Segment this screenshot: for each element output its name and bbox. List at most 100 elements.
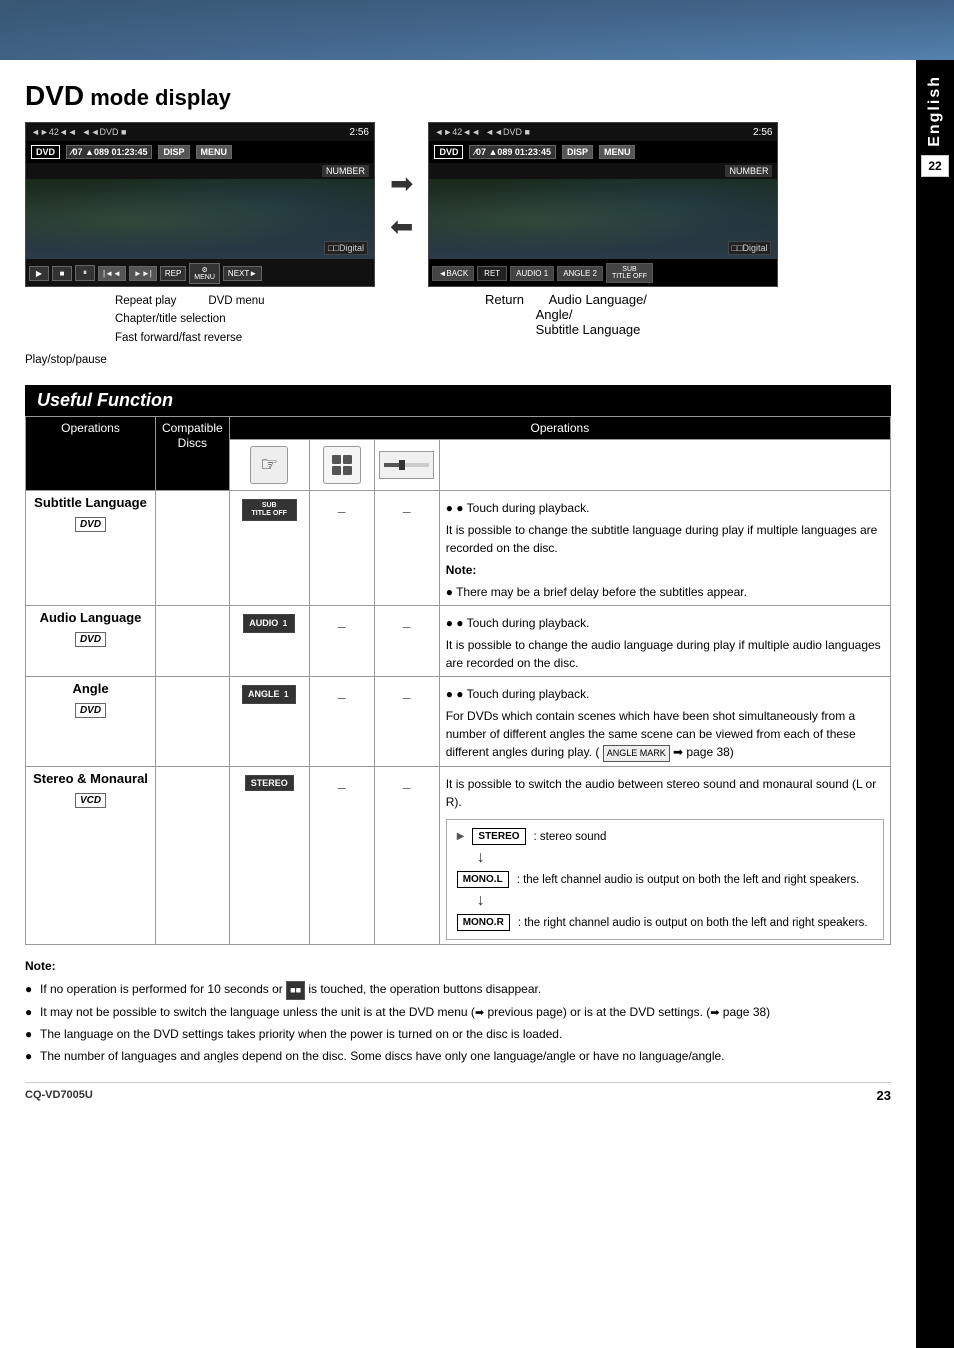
screen1-play[interactable]: ▶ [29,266,49,281]
angle-icon3: – [374,676,439,767]
stereo-down-arrow2: ↓ [477,892,873,910]
sub-title-btn[interactable]: SUBTITLE OFF [242,499,297,522]
audio-btn[interactable]: AUDIO 1 [243,614,295,633]
captions-row: Repeat play DVD menu Chapter/title selec… [25,292,891,370]
screen2-chapter: ⁄07 ▲089 01:23:45 [469,145,555,159]
screen1-stop[interactable]: ■ [52,266,72,281]
angle-touch: ● Touch during playback. [446,685,884,703]
grid-menu-icon[interactable] [323,446,361,484]
language-label: English [926,75,944,147]
screen2-indicator2: ◄◄DVD ■ [485,127,530,137]
dvd-label: DVD [25,80,84,111]
useful-function-header: Useful Function [25,385,891,416]
stereo-sound-desc: : stereo sound [534,829,607,845]
screen2-audio[interactable]: AUDIO 1 [510,266,554,281]
angle-label: Angle [32,681,149,696]
audio-desc: ● Touch during playback. It is possible … [439,605,890,676]
header-icon-slider [374,439,439,490]
mono-l-btn[interactable]: MONO.L [457,871,509,888]
screen2-ret[interactable]: RET [477,266,507,281]
bottom-bar: CQ-VD7005U 23 [25,1082,891,1103]
stereo-btn[interactable]: STEREO [245,775,294,791]
note2-arrow1: ➡ [475,1007,484,1019]
screen1-pause[interactable]: ⏸ [75,265,95,281]
screen1-next[interactable]: NEXT► [223,266,262,281]
audio-touch: ● Touch during playback. [446,614,884,632]
stereo-down-arrow1: ↓ [477,849,873,867]
screen1-dvd-tag: DVD [31,145,60,159]
stereo-flow-row3: MONO.R : the right channel audio is outp… [457,914,873,931]
caption-chapter: Chapter/title selection [115,310,375,328]
screen1-indicator1: ◄►42◄◄ [31,127,77,137]
subtitle-icon1: SUBTITLE OFF [229,490,309,605]
table-row-audio: Audio Language DVD AUDIO 1 – [26,605,891,676]
stereo-flow-arrow1: ▶ [457,831,465,842]
banner-overlay [0,0,954,60]
screen2-sub[interactable]: SUBTITLE OFF [606,263,653,283]
screen2-menu[interactable]: MENU [599,145,636,159]
subtitle-icon3: – [374,490,439,605]
angle-touch-text: ● Touch during playback. [446,687,590,701]
screen1-disp[interactable]: DISP [158,145,189,159]
stereo-flow-row2: MONO.L : the left channel audio is outpu… [457,871,873,888]
return-label: Return [485,292,524,307]
stereo-row-label: Stereo & Monaural VCD [26,767,156,945]
subtitle-row-label: Subtitle Language DVD [26,490,156,605]
table-row-subtitle: Subtitle Language DVD SUBTITLE OFF – [26,490,891,605]
top-banner [0,0,954,60]
audio-touch-text: ● Touch during playback. [446,616,590,630]
hand-glyph: ☞ [260,452,278,477]
screen1-number: NUMBER [322,165,369,177]
arrow-right: ➡ [390,167,413,200]
screen2-controls: ◄BACK RET AUDIO 1 ANGLE 2 SUBTITLE OFF [429,259,777,287]
subtitle-description: It is possible to change the subtitle la… [446,521,884,557]
screen2-number: NUMBER [725,165,772,177]
slider-icon[interactable] [379,451,434,479]
stereo-disc: VCD [75,793,106,808]
angle-icon1: ANGLE 1 [229,676,309,767]
header-icon-empty [439,439,890,490]
table-row-angle: Angle DVD ANGLE 1 – – [26,676,891,767]
angle-desc: ● Touch during playback. For DVDs which … [439,676,890,767]
screen2-indicator1: ◄►42◄◄ [434,127,480,137]
mono-r-desc: : the right channel audio is output on b… [518,915,868,931]
notes-title: Note: [25,957,891,976]
note-item-3: The language on the DVD settings takes p… [25,1025,891,1044]
screen2-angle[interactable]: ANGLE 2 [557,266,603,281]
screen1-rep[interactable]: REP [160,266,186,281]
stereo-description: It is possible to switch the audio betwe… [446,775,884,811]
stereo-icon1: STEREO [229,767,309,945]
subtitle-desc: ● Touch during playback. It is possible … [439,490,890,605]
screen1-fwd[interactable]: ►►| [129,266,157,281]
caption-play-stop: Play/stop/pause [25,351,375,369]
angle-icon2: – [309,676,374,767]
stereo-white-btn[interactable]: STEREO [472,828,525,845]
note-item-1: If no operation is performed for 10 seco… [25,980,891,999]
screen1-controls: ▶ ■ ⏸ |◄◄ ►►| REP ⚙MENU NEXT► [26,259,374,287]
screen1-status-bar: ◄►42◄◄ ◄◄DVD ■ 2:56 [26,123,374,141]
mono-r-btn[interactable]: MONO.R [457,914,510,931]
stereo-icon3: – [374,767,439,945]
angle-btn[interactable]: ANGLE 1 [242,685,296,704]
screen2-back[interactable]: ◄BACK [432,266,474,281]
note-item-4: The number of languages and angles depen… [25,1047,891,1066]
compatible-discs-header: CompatibleDiscs [156,416,230,490]
screenshots-row: ◄►42◄◄ ◄◄DVD ■ 2:56 DVD ⁄07 ▲089 01:23:4… [25,122,891,287]
angle-row-label: Angle DVD [26,676,156,767]
hand-touch-icon[interactable]: ☞ [250,446,288,484]
screen2-content: □□Digital [429,179,777,259]
grid-svg [330,453,354,477]
header-icon-hand: ☞ [229,439,309,490]
screen1-indicator2: ◄◄DVD ■ [82,127,127,137]
screen1-content: □□Digital [26,179,374,259]
page-number-box: 22 [921,155,949,177]
screen1-rep-menu[interactable]: ⚙MENU [189,263,220,284]
screen1-menu[interactable]: MENU [196,145,233,159]
audio-icon2: – [309,605,374,676]
main-content: DVD mode display ◄►42◄◄ ◄◄DVD ■ 2:56 DVD… [0,60,916,1123]
screen2-disp[interactable]: DISP [562,145,593,159]
screen2-time: 2:56 [753,127,772,138]
angle-description: For DVDs which contain scenes which have… [446,707,884,763]
screen1-rew[interactable]: |◄◄ [98,266,126,281]
table-header-row: Operations CompatibleDiscs Operations [26,416,891,439]
